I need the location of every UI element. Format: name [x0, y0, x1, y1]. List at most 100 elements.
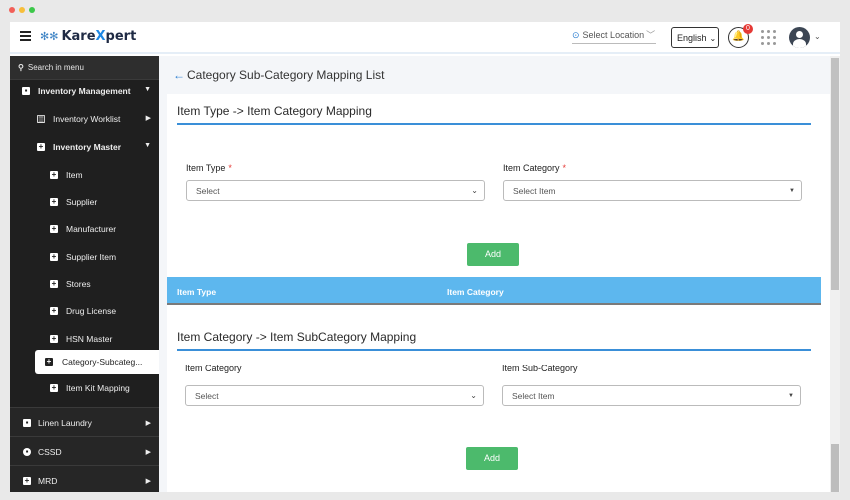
logo-text-x: X — [95, 29, 106, 44]
mapping-card: Item Type -> Item Category Mapping Item … — [167, 94, 830, 492]
caret-down-icon: ▼ — [789, 188, 795, 194]
sidebar-item-item-kit-mapping[interactable]: + Item Kit Mapping — [10, 375, 159, 401]
sidebar-item-mrd[interactable]: + MRD ▶ — [10, 465, 159, 492]
column-header-item-type: Item Type — [177, 287, 217, 297]
sidebar-item-manufacturer[interactable]: + Manufacturer — [10, 216, 159, 242]
notification-badge: 0 — [743, 24, 753, 34]
plus-square-icon: + — [37, 142, 45, 151]
folder-icon: ▪ — [22, 87, 30, 95]
item-type-select[interactable]: Select ⌄ — [186, 180, 485, 201]
section-title-category-subcategory: Item Category -> Item SubCategory Mappin… — [177, 330, 417, 344]
plus-square-icon: + — [50, 334, 58, 343]
sidebar-item-label: Inventory Worklist — [53, 114, 121, 124]
maximize-window-dot[interactable] — [29, 7, 35, 13]
plus-square-icon: + — [23, 476, 31, 485]
plus-square-icon: + — [50, 197, 58, 206]
location-selector[interactable]: ⊙ Select Location ﹀ — [572, 28, 656, 44]
language-select-value: English — [677, 33, 707, 43]
sidebar-item-inventory-master[interactable]: + Inventory Master ▼ — [10, 134, 159, 160]
sidebar-item-supplier[interactable]: + Supplier — [10, 189, 159, 215]
search-icon: ⚲ — [18, 63, 24, 72]
caret-right-icon: ▶ — [145, 420, 151, 427]
sidebar-item-stores[interactable]: + Stores — [10, 271, 159, 297]
sidebar-item-label: Inventory Master — [53, 142, 122, 152]
cssd-icon: ▪ — [23, 448, 31, 456]
app-window: ✻✻ KareXpert ⊙ Select Location ﹀ English ⌄ 🔔… — [10, 22, 840, 492]
scrollbar-thumb-lower[interactable] — [831, 444, 839, 492]
sidebar-item-label: CSSD — [38, 447, 62, 457]
sidebar-item-label: Linen Laundry — [38, 418, 92, 428]
caret-down-icon: ▼ — [144, 142, 151, 149]
logo-text-suffix: pert — [105, 29, 137, 44]
section-divider — [177, 123, 811, 125]
item-category-label-2: Item Category — [185, 365, 242, 373]
sidebar-item-inventory-management[interactable]: ▪ Inventory Management ▼ — [10, 78, 159, 104]
plus-square-icon: + — [50, 383, 58, 392]
sidebar-item-label: Item Kit Mapping — [66, 383, 130, 393]
sidebar-item-category-subcategory[interactable]: + Category-Subcateg... — [35, 350, 159, 374]
sidebar-item-supplier-item[interactable]: + Supplier Item — [10, 244, 159, 270]
chevron-down-icon: ⌄ — [471, 186, 478, 195]
logo-text-prefix: Kare — [61, 29, 96, 44]
sidebar-item-label: Drug License — [66, 306, 117, 316]
scrollbar-thumb[interactable] — [831, 58, 839, 290]
plus-square-icon: + — [50, 252, 58, 261]
page-title: Category Sub-Category Mapping List — [187, 68, 385, 82]
caret-right-icon: ▶ — [145, 478, 151, 485]
sidebar-item-drug-license[interactable]: + Drug License — [10, 298, 159, 324]
item-category-select[interactable]: Select Item ▼ — [503, 180, 802, 201]
item-category-label: Item Category * — [503, 163, 567, 173]
sidebar-item-label: HSN Master — [66, 334, 113, 344]
mapping-table-header: Item Type Item Category — [167, 277, 821, 305]
sidebar-item-label: Category-Subcateg... — [62, 357, 143, 367]
location-pin-icon: ⊙ — [572, 30, 580, 40]
chevron-down-icon: ⌄ — [709, 34, 717, 43]
item-category-select-2[interactable]: Select ⌄ — [185, 385, 484, 406]
plus-square-icon: + — [50, 170, 58, 179]
language-select[interactable]: English ⌄ — [671, 27, 719, 48]
sidebar-search-input[interactable]: Search in menu — [28, 63, 84, 72]
sidebar-item-label: Supplier — [66, 197, 98, 207]
page-scrollbar[interactable] — [830, 56, 840, 492]
sidebar-item-label: Stores — [66, 279, 91, 289]
sidebar-item-label: MRD — [38, 476, 58, 486]
sidebar-search[interactable]: ⚲ Search in menu — [10, 56, 159, 80]
plus-square-icon: + — [50, 279, 58, 288]
sidebar-item-cssd[interactable]: ▪ CSSD ▶ — [10, 436, 159, 465]
sidebar-item-inventory-worklist[interactable]: ▤ Inventory Worklist ▶ — [10, 106, 159, 132]
sidebar-item-hsn-master[interactable]: + HSN Master — [10, 326, 159, 352]
add-item-category-mapping-button[interactable]: Add — [467, 243, 519, 266]
item-type-select-value: Select — [196, 186, 220, 196]
plus-square-icon: + — [45, 357, 53, 366]
logo-mark-icon: ✻✻ — [40, 30, 59, 43]
caret-right-icon: ▶ — [145, 115, 151, 122]
item-subcategory-select[interactable]: Select Item ▼ — [502, 385, 801, 406]
apps-grid-icon[interactable] — [761, 30, 777, 46]
minimize-window-dot[interactable] — [19, 7, 25, 13]
chevron-down-icon[interactable]: ⌄ — [814, 32, 821, 41]
item-subcategory-select-value: Select Item — [512, 391, 555, 401]
user-avatar[interactable] — [789, 27, 810, 48]
list-icon: ▤ — [37, 114, 45, 123]
plus-square-icon: + — [50, 224, 58, 233]
main-content: ← Category Sub-Category Mapping List Ite… — [159, 56, 840, 492]
close-window-dot[interactable] — [9, 7, 15, 13]
item-type-label: Item Type * — [186, 163, 232, 173]
sidebar-item-label: Manufacturer — [66, 224, 117, 234]
plus-square-icon: + — [50, 306, 58, 315]
sidebar-item-label: Item — [66, 170, 83, 180]
caret-down-icon: ▼ — [788, 393, 794, 399]
chevron-down-icon: ﹀ — [646, 30, 656, 40]
back-arrow-icon[interactable]: ← — [173, 68, 185, 82]
location-selector-label: Select Location — [582, 30, 645, 40]
app-logo: ✻✻ KareXpert — [40, 29, 136, 44]
section-divider — [177, 349, 811, 351]
item-category-select-2-value: Select — [195, 391, 219, 401]
sidebar-item-item[interactable]: + Item — [10, 162, 159, 188]
hamburger-menu-icon[interactable] — [20, 31, 31, 41]
caret-down-icon: ▼ — [144, 86, 151, 93]
sidebar-item-linen-laundry[interactable]: ▪ Linen Laundry ▶ — [10, 407, 159, 436]
add-subcategory-mapping-button[interactable]: Add — [466, 447, 518, 470]
column-header-item-category: Item Category — [447, 287, 504, 297]
sidebar: ⚲ Search in menu ▪ Inventory Management ▼… — [10, 56, 159, 492]
